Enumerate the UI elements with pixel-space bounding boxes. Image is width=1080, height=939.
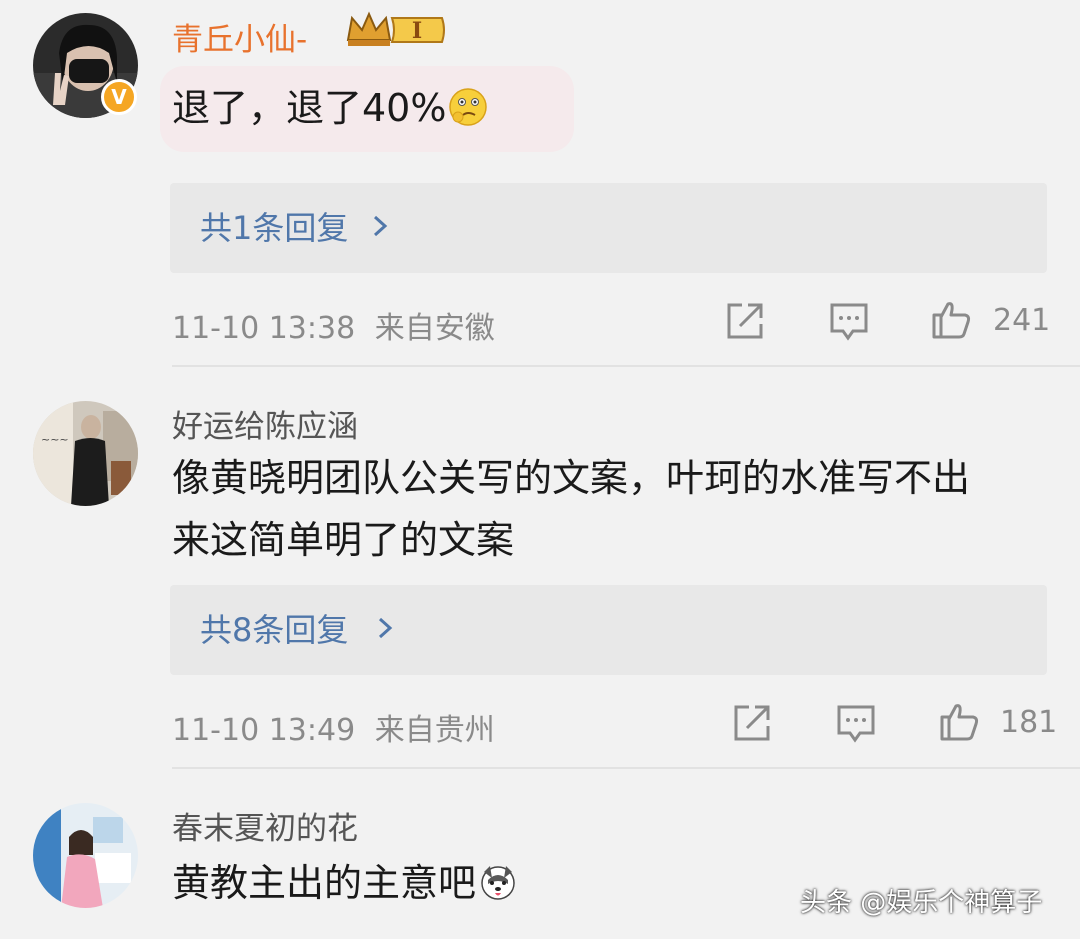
comment-item: 春末夏初的花 黄教主出的主意吧 [0, 0, 1080, 939]
comment-text: 黄教主出的主意吧 [172, 852, 518, 914]
watermark: 头条 @娱乐个神算子 [800, 888, 1043, 918]
dog-emoji-icon [478, 858, 518, 900]
comment-text-content: 黄教主出的主意吧 [172, 861, 477, 905]
username[interactable]: 春末夏初的花 [172, 803, 358, 848]
comment-feed: V 青丘小仙- I 退了，退了40% 共1条回复 11-10 13:38 来自安… [0, 0, 1080, 939]
avatar[interactable] [33, 803, 138, 908]
